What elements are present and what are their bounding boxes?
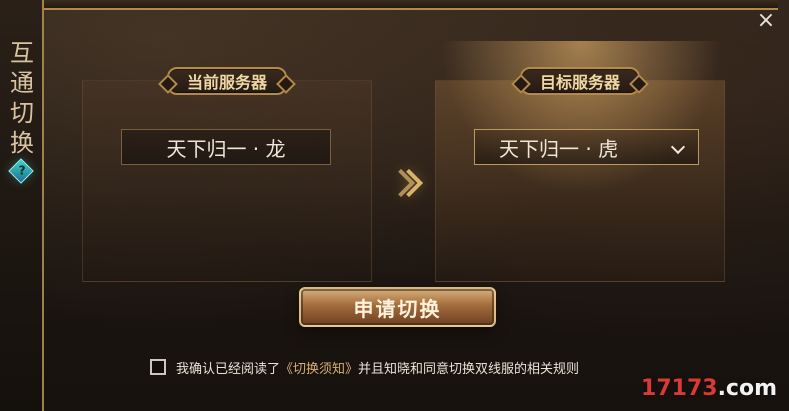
agreement-text: 我确认已经阅读了《切换须知》并且知晓和同意切换双线服的相关规则 [176, 358, 579, 377]
mode-title-char-4: 换 [10, 129, 36, 157]
current-server-value-box: 天下归一 · 龙 [121, 129, 331, 165]
watermark-prefix: 17173 [641, 376, 718, 401]
left-rail: 互 通 切 换 [0, 0, 44, 411]
top-rim-decor [18, 0, 778, 10]
mode-title: 互 通 切 换 [8, 38, 38, 158]
current-server-tag: 当前服务器 [166, 67, 288, 95]
target-server-tag: 目标服务器 [519, 67, 641, 95]
current-server-panel: 当前服务器 天下归一 · 龙 [82, 67, 372, 282]
game-dialog: 互 通 切 换 × 当前服务器 天下归一 · 龙 目标服务器 天下归一 · 虎 … [0, 0, 789, 411]
target-server-value: 天下归一 · 虎 [499, 136, 619, 161]
watermark-suffix: .com [717, 376, 777, 401]
agreement-prefix: 我确认已经阅读了 [176, 361, 281, 377]
chevron-down-icon [670, 139, 686, 155]
close-icon: × [756, 8, 776, 33]
target-server-select[interactable]: 天下归一 · 虎 [474, 129, 699, 165]
help-gem-icon[interactable] [8, 158, 34, 184]
mode-title-char-1: 互 [10, 39, 36, 67]
switch-arrow-icon [389, 163, 419, 215]
current-server-label: 当前服务器 [186, 73, 268, 92]
current-server-value: 天下归一 · 龙 [166, 136, 286, 161]
close-button[interactable]: × [755, 10, 777, 32]
agreement-suffix: 并且知晓和同意切换双线服的相关规则 [358, 361, 580, 377]
apply-switch-button[interactable]: 申请切换 [299, 287, 496, 327]
agreement-row: 我确认已经阅读了《切换须知》并且知晓和同意切换双线服的相关规则 [150, 357, 579, 377]
apply-switch-label: 申请切换 [353, 296, 442, 321]
mode-title-char-3: 切 [10, 99, 36, 127]
target-server-label: 目标服务器 [539, 73, 621, 92]
agreement-checkbox[interactable] [150, 359, 166, 375]
mode-title-char-2: 通 [10, 69, 36, 97]
agreement-link[interactable]: 《切换须知》 [280, 362, 358, 377]
watermark: 17173.com [641, 376, 777, 401]
target-server-panel: 目标服务器 天下归一 · 虎 [416, 41, 746, 282]
